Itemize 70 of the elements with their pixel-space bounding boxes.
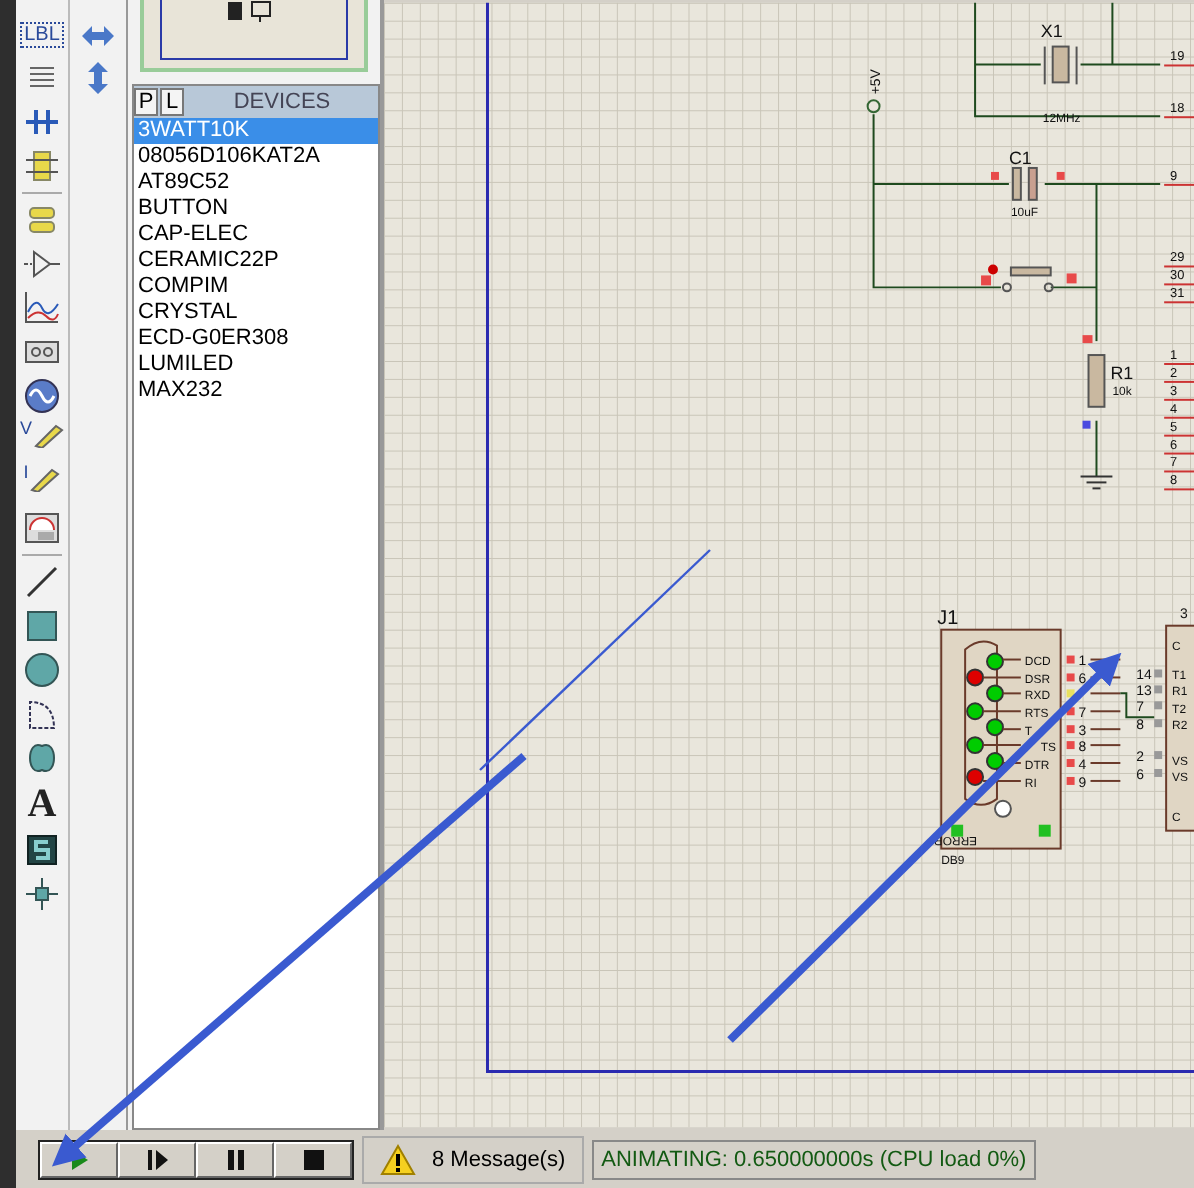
device-item[interactable]: CERAMIC22P	[134, 248, 378, 274]
device-item[interactable]: ECD-G0ER308	[134, 326, 378, 352]
current-probe-tool[interactable]: I	[23, 464, 61, 504]
device-item[interactable]: BUTTON	[134, 196, 378, 222]
vertical-arrows-icon[interactable]	[86, 60, 110, 96]
pin-marker	[1066, 689, 1075, 698]
capacitor-symbol	[1011, 166, 1038, 201]
pin-tool-icon[interactable]	[22, 244, 62, 284]
crystal-symbol	[1043, 45, 1078, 86]
circle-tool-icon[interactable]	[22, 650, 62, 690]
device-panel-button[interactable]: L	[160, 88, 184, 116]
devices-heading: DEVICES	[231, 90, 333, 114]
push-button-symbol	[988, 264, 1054, 293]
voltage-probe-tool[interactable]: V	[19, 420, 64, 460]
pin-marker	[981, 275, 991, 286]
symbol-tool-icon[interactable]	[22, 830, 62, 870]
component-label: J1	[937, 607, 959, 630]
pin-marker	[1066, 759, 1075, 767]
pin-marker	[1154, 769, 1163, 777]
pin-marker	[1066, 707, 1075, 716]
device-item[interactable]: CRYSTAL	[134, 300, 378, 326]
pin-marker	[1154, 701, 1163, 710]
line-tool-icon[interactable]	[22, 562, 62, 602]
pin-marker	[1066, 273, 1077, 284]
device-item[interactable]: 08056D106KAT2A	[134, 144, 378, 170]
pin-marker	[1066, 725, 1075, 734]
ground-pin-circle	[994, 799, 1012, 818]
subcircuit-tool-icon[interactable]	[22, 146, 62, 186]
component-label: C1	[1008, 148, 1032, 168]
pin-marker	[1154, 685, 1163, 694]
component-label: X1	[1040, 20, 1063, 41]
component-label: R1	[1110, 362, 1134, 383]
step-icon	[145, 1147, 169, 1171]
resistor-symbol	[1087, 354, 1106, 408]
pin-marker	[1082, 335, 1093, 344]
label-tool[interactable]: LBL	[20, 22, 64, 48]
ground-symbol	[1079, 475, 1114, 490]
pin-marker	[1154, 751, 1163, 760]
pin-marker	[991, 171, 999, 180]
device-item[interactable]: AT89C52	[134, 170, 378, 196]
device-item[interactable]: LUMILED	[134, 352, 378, 378]
stop-button[interactable]	[274, 1141, 352, 1177]
device-item[interactable]: CAP-ELEC	[134, 222, 378, 248]
step-button[interactable]	[118, 1141, 196, 1177]
horizontal-arrows-icon[interactable]	[80, 24, 116, 48]
stop-icon	[301, 1147, 325, 1171]
text-tool[interactable]: A	[27, 782, 57, 826]
device-item[interactable]: COMPIM	[134, 274, 378, 300]
marker-tool-icon[interactable]	[22, 874, 62, 914]
device-panel-button[interactable]: P	[134, 88, 158, 116]
pin-marker	[1066, 655, 1075, 664]
pin-marker	[1066, 776, 1075, 785]
graph-tool-icon[interactable]	[22, 288, 62, 328]
pin-marker	[1154, 719, 1163, 728]
pin-marker	[1154, 669, 1163, 678]
warning-icon	[380, 1143, 416, 1175]
status-text: ANIMATING: 0.650000000s (CPU load 0%)	[591, 1139, 1037, 1179]
device-item[interactable]: MAX232	[134, 378, 378, 404]
box-tool-icon[interactable]	[22, 606, 62, 646]
pin-marker	[1056, 171, 1065, 180]
pin-marker	[1066, 673, 1075, 682]
wire	[1095, 419, 1098, 478]
wire	[1119, 692, 1156, 719]
instrument-tool-icon[interactable]	[22, 508, 62, 548]
pause-button[interactable]	[196, 1141, 274, 1177]
generator-tool-icon[interactable]	[22, 376, 62, 416]
power-terminal	[866, 99, 881, 114]
pause-icon	[223, 1147, 247, 1171]
pin-marker	[1066, 741, 1075, 750]
pin-marker	[1082, 420, 1091, 429]
